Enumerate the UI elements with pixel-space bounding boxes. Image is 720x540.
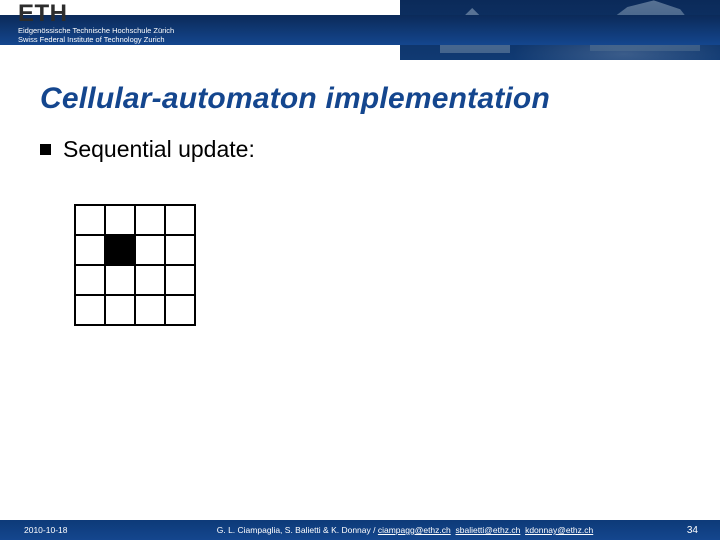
grid-cell (105, 235, 135, 265)
grid-cell (105, 265, 135, 295)
grid-cell (165, 235, 195, 265)
bullet-square-icon (40, 144, 51, 155)
eth-logo-subtitle: Eidgenössische Technische Hochschule Zür… (18, 26, 174, 44)
grid-cell (75, 295, 105, 325)
footer-email-3[interactable]: kdonnay@ethz.ch (525, 525, 593, 535)
bullet-item: Sequential update: (40, 136, 255, 163)
grid-cell (135, 235, 165, 265)
grid-table (74, 204, 196, 326)
grid-cell (135, 205, 165, 235)
grid-cell (105, 295, 135, 325)
slide-header: ETH Eidgenössische Technische Hochschule… (0, 0, 720, 60)
grid-cell (135, 265, 165, 295)
grid-cell (75, 235, 105, 265)
eth-logo: ETH (18, 2, 68, 28)
footer-email-1[interactable]: ciampagg@ethz.ch (378, 525, 451, 535)
grid-cell (75, 205, 105, 235)
grid-cell (165, 295, 195, 325)
slide-footer: 2010-10-18 G. L. Ciampaglia, S. Balietti… (0, 520, 720, 540)
grid-cell (135, 295, 165, 325)
grid-cell (165, 265, 195, 295)
slide: ETH Eidgenössische Technische Hochschule… (0, 0, 720, 540)
slide-title: Cellular-automaton implementation (40, 82, 550, 116)
eth-sub-line2: Swiss Federal Institute of Technology Zu… (18, 35, 165, 44)
grid-cell (75, 265, 105, 295)
footer-page-number: 34 (660, 525, 720, 536)
eth-sub-line1: Eidgenössische Technische Hochschule Zür… (18, 26, 174, 35)
eth-logo-text: ETH (18, 0, 68, 28)
footer-date: 2010-10-18 (0, 525, 150, 535)
bullet-text: Sequential update: (63, 136, 255, 163)
grid-cell (105, 205, 135, 235)
automaton-grid (74, 204, 196, 326)
footer-email-2[interactable]: sbalietti@ethz.ch (455, 525, 520, 535)
grid-cell (165, 205, 195, 235)
footer-credits: G. L. Ciampaglia, S. Balietti & K. Donna… (150, 525, 660, 535)
footer-authors: G. L. Ciampaglia, S. Balietti & K. Donna… (217, 525, 378, 535)
